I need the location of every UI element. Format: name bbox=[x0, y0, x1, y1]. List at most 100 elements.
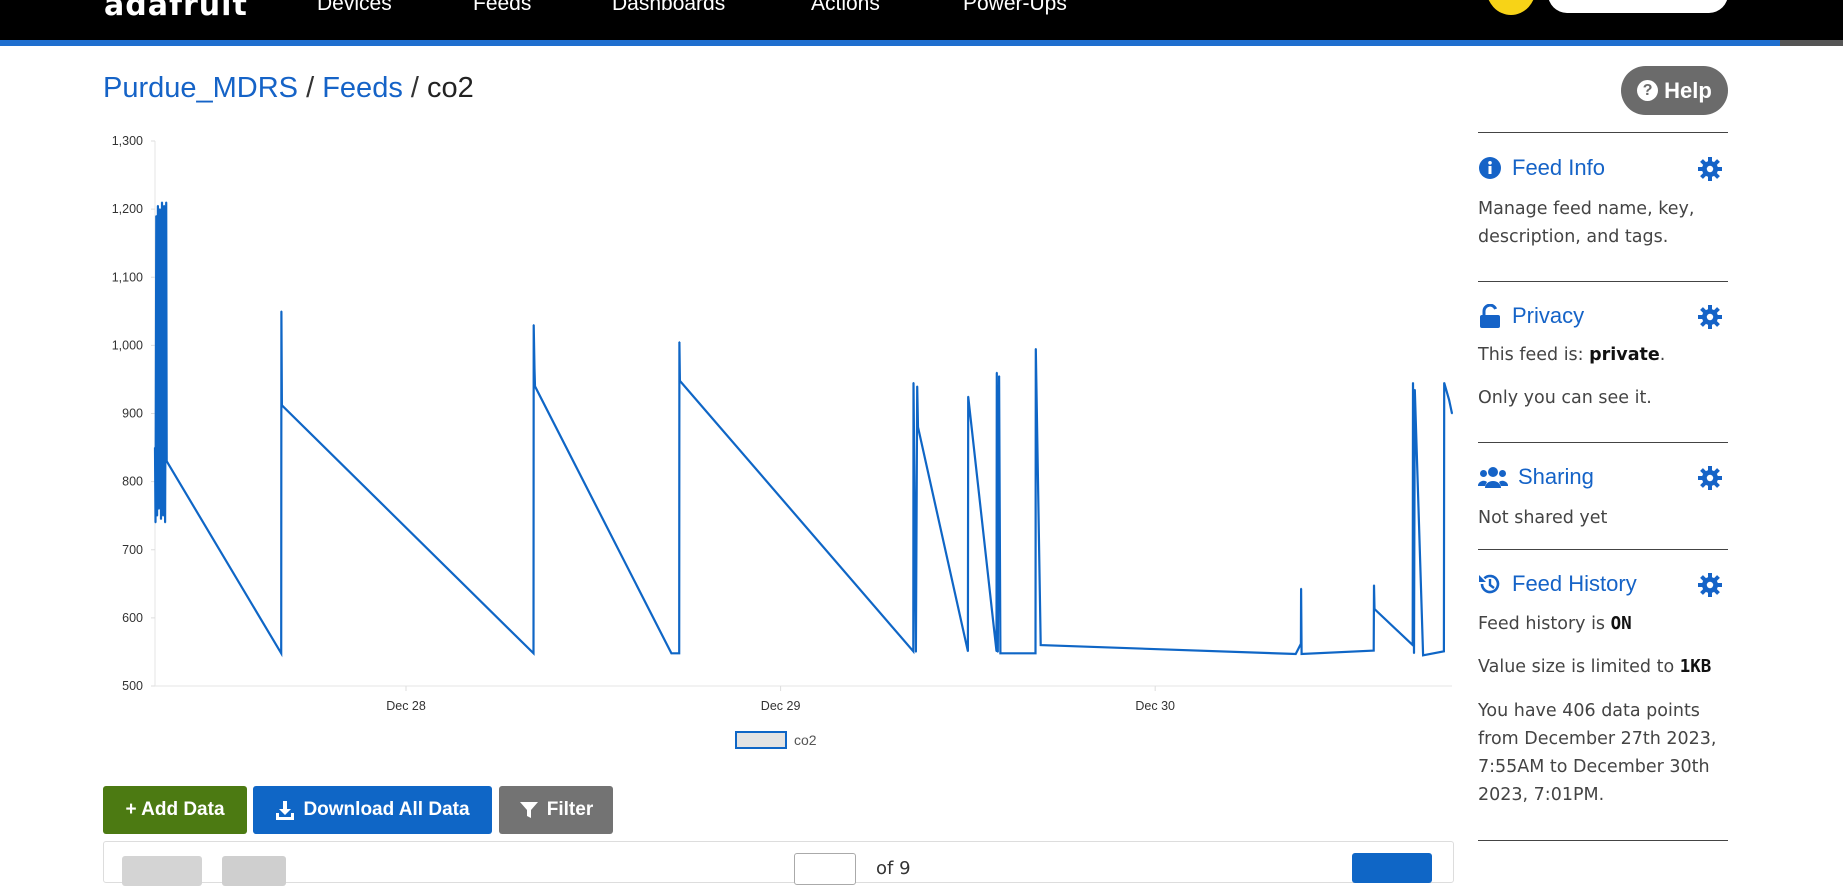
data-table bbox=[103, 841, 1454, 883]
x-tick-label: Dec 28 bbox=[386, 699, 426, 713]
filter-label: Filter bbox=[546, 799, 594, 820]
sharing-status: Not shared yet bbox=[1478, 508, 1608, 528]
download-all-data-label: Download All Data bbox=[303, 799, 470, 820]
data-point bbox=[912, 382, 915, 384]
data-point bbox=[280, 652, 283, 655]
data-point bbox=[1300, 587, 1302, 590]
nav-accent-line-dark bbox=[1780, 40, 1843, 46]
filter-button[interactable]: Filter bbox=[499, 786, 613, 834]
page-number-input[interactable] bbox=[794, 853, 856, 885]
sidebar-divider bbox=[1478, 549, 1728, 550]
feed-info-gear-icon[interactable] bbox=[1698, 157, 1722, 181]
sharing-title: Sharing bbox=[1518, 464, 1594, 489]
data-point bbox=[154, 446, 156, 449]
filter-icon bbox=[519, 802, 538, 818]
privacy-heading[interactable]: Privacy bbox=[1478, 303, 1584, 329]
feed-history-status: Feed history is ON bbox=[1478, 610, 1738, 638]
user-avatar[interactable] bbox=[1486, 0, 1536, 15]
add-data-label: + Add Data bbox=[125, 799, 225, 820]
x-axis: Dec 28 Dec 29 Dec 30 bbox=[155, 685, 1452, 713]
privacy-status-value: private bbox=[1589, 345, 1660, 365]
help-button[interactable]: ? Help bbox=[1621, 66, 1728, 115]
y-tick-label: 1,100 bbox=[112, 270, 143, 284]
sharing-heading[interactable]: Sharing bbox=[1478, 464, 1594, 490]
y-tick-label: 600 bbox=[122, 611, 143, 625]
privacy-note: Only you can see it. bbox=[1478, 388, 1652, 408]
chart-legend[interactable]: co2 bbox=[735, 731, 817, 749]
data-point bbox=[1373, 584, 1375, 586]
data-point bbox=[161, 201, 163, 204]
feed-history-status-value: ON bbox=[1610, 614, 1632, 634]
add-data-button[interactable]: + Add Data bbox=[103, 786, 247, 834]
help-label: Help bbox=[1664, 77, 1712, 103]
privacy-status: This feed is: private. bbox=[1478, 341, 1738, 369]
data-point bbox=[917, 426, 919, 428]
y-tick-label: 500 bbox=[122, 679, 143, 693]
y-tick-label: 700 bbox=[122, 543, 143, 557]
privacy-status-suffix: . bbox=[1659, 345, 1666, 365]
data-point bbox=[1414, 388, 1416, 391]
data-point bbox=[1300, 643, 1302, 645]
data-point bbox=[1013, 652, 1016, 655]
info-icon bbox=[1478, 156, 1502, 180]
sharing-gear-icon[interactable] bbox=[1698, 466, 1722, 490]
feed-history-gear-icon[interactable] bbox=[1698, 573, 1722, 597]
data-point bbox=[1294, 653, 1297, 655]
feed-history-title: Feed History bbox=[1512, 571, 1637, 596]
feed-info-heading[interactable]: Feed Info bbox=[1478, 155, 1605, 181]
data-point bbox=[154, 521, 157, 524]
sidebar-divider bbox=[1478, 281, 1728, 282]
page-count-label: of 9 bbox=[876, 858, 911, 879]
data-point bbox=[280, 310, 283, 313]
data-point bbox=[679, 380, 681, 382]
data-point bbox=[160, 518, 162, 520]
data-point bbox=[1300, 653, 1303, 655]
y-tick-label: 1,000 bbox=[112, 338, 143, 352]
data-point bbox=[165, 460, 168, 463]
question-icon: ? bbox=[1637, 80, 1659, 101]
data-point bbox=[967, 395, 969, 398]
feed-history-heading[interactable]: Feed History bbox=[1478, 571, 1637, 597]
data-points-summary: You have 406 data points from December 2… bbox=[1478, 701, 1717, 805]
data-point bbox=[533, 368, 536, 371]
privacy-gear-icon[interactable] bbox=[1698, 305, 1722, 329]
sidebar-divider bbox=[1478, 840, 1728, 841]
data-point bbox=[1422, 654, 1424, 657]
feed-info-description: Manage feed name, key, description, and … bbox=[1478, 199, 1695, 247]
unlock-icon bbox=[1478, 304, 1502, 328]
y-tick-label: 1,300 bbox=[112, 134, 143, 148]
data-point bbox=[1039, 644, 1042, 646]
feed-info-title: Feed Info bbox=[1512, 155, 1605, 180]
data-point bbox=[670, 652, 673, 655]
data-point bbox=[1373, 608, 1376, 610]
chart-series bbox=[153, 201, 1454, 658]
privacy-title: Privacy bbox=[1512, 303, 1585, 328]
data-point bbox=[678, 341, 681, 343]
account-menu-button[interactable] bbox=[1548, 0, 1728, 13]
data-point bbox=[162, 514, 164, 517]
download-all-data-button[interactable]: Download All Data bbox=[253, 786, 492, 834]
feed-chart[interactable]: 500 600 700 800 900 1,000 1,100 1,200 1,300 Dec … bbox=[0, 0, 1460, 770]
data-point bbox=[156, 514, 158, 517]
privacy-status-prefix: This feed is: bbox=[1478, 345, 1590, 365]
y-tick-label: 1,200 bbox=[112, 202, 143, 216]
data-point bbox=[164, 521, 166, 524]
data-point bbox=[1443, 382, 1445, 384]
y-tick-label: 800 bbox=[122, 475, 143, 489]
users-icon bbox=[1478, 465, 1508, 489]
data-point bbox=[534, 385, 536, 388]
legend-swatch bbox=[735, 731, 787, 749]
data-point bbox=[996, 371, 998, 374]
next-page-button[interactable] bbox=[1352, 853, 1432, 883]
data-point bbox=[1034, 652, 1037, 655]
first-page-button[interactable] bbox=[222, 856, 286, 886]
sidebar-divider bbox=[1478, 132, 1728, 133]
sidebar-divider bbox=[1478, 442, 1728, 443]
data-point bbox=[999, 652, 1002, 655]
x-tick-label: Dec 29 bbox=[761, 699, 801, 713]
data-point bbox=[159, 208, 161, 210]
data-point bbox=[1035, 348, 1037, 350]
previous-page-button[interactable] bbox=[122, 856, 202, 886]
history-icon bbox=[1478, 572, 1502, 596]
download-icon bbox=[276, 801, 295, 820]
